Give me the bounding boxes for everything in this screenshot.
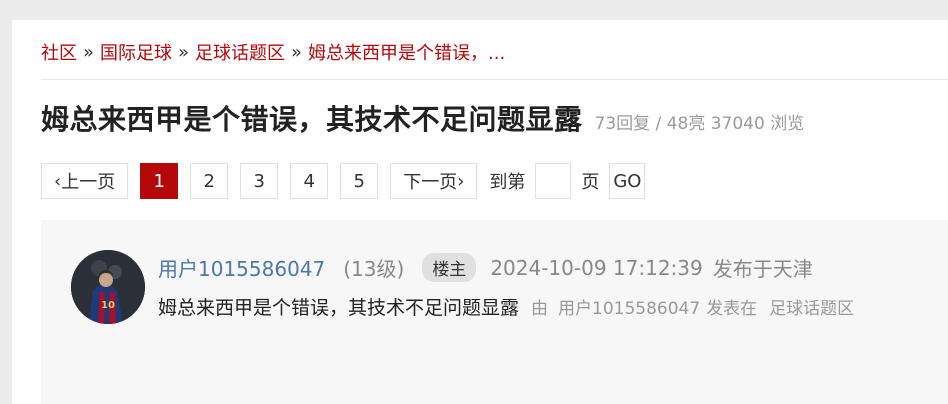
first-post: 10 用户1015586047 (13级) 楼主 2024-10-09 17:1… (41, 220, 948, 404)
next-page-label: 下一页 (403, 172, 458, 193)
chevron-right-icon: › (457, 170, 465, 192)
post-time: 2024-10-09 17:12:39 (490, 255, 703, 280)
svg-text:10: 10 (101, 300, 115, 311)
post-location: 发布于天津 (712, 257, 813, 281)
prev-page-button[interactable]: ‹ 上一页 (41, 163, 129, 199)
pagination: ‹ 上一页 1 2 3 4 5 下一页 › 到第 页 GO (41, 163, 646, 199)
avatar-image-icon: 10 (71, 250, 145, 324)
main-card: 社区 » 国际足球 » 足球话题区 » 姆总来西甲是个错误，... 姆总来西甲是… (12, 20, 948, 404)
breadcrumb-separator: » (291, 41, 303, 63)
by-label: 由 (531, 299, 549, 319)
breadcrumb-current-thread[interactable]: 姆总来西甲是个错误，... (308, 39, 505, 65)
page-button-4[interactable]: 4 (290, 163, 329, 199)
next-page-button[interactable]: 下一页 › (390, 163, 478, 199)
user-level: (13级) (343, 257, 405, 281)
thread-header: 姆总来西甲是个错误，其技术不足问题显露 73回复 / 48亮 37040 浏览 (41, 98, 804, 138)
breadcrumb-separator: » (178, 41, 190, 63)
avatar[interactable]: 10 (71, 250, 145, 324)
op-badge: 楼主 (422, 253, 477, 282)
chevron-left-icon: ‹ (54, 170, 62, 192)
posted-in-label: 发表在 (706, 299, 758, 319)
page-button-2[interactable]: 2 (190, 163, 229, 199)
breadcrumb-separator: » (83, 41, 95, 63)
post-forum[interactable]: 足球话题区 (769, 294, 854, 319)
thread-stats: 73回复 / 48亮 37040 浏览 (594, 114, 805, 134)
header-divider (41, 79, 948, 80)
prev-page-label: 上一页 (61, 172, 116, 193)
page-unit-label: 页 (581, 172, 600, 193)
go-button[interactable]: GO (609, 163, 646, 199)
post-title: 姆总来西甲是个错误，其技术不足问题显露 (158, 297, 520, 319)
post-username[interactable]: 用户1015586047 (158, 253, 325, 282)
page-button-3[interactable]: 3 (240, 163, 279, 199)
post-meta: 用户1015586047 (13级) 楼主 2024-10-09 17:12:3… (158, 253, 813, 282)
breadcrumb: 社区 » 国际足球 » 足球话题区 » 姆总来西甲是个错误，... (41, 39, 505, 65)
post-author[interactable]: 用户1015586047 (558, 294, 700, 319)
page-button-1[interactable]: 1 (140, 163, 179, 199)
breadcrumb-community[interactable]: 社区 (41, 39, 77, 65)
page-button-5[interactable]: 5 (340, 163, 379, 199)
page-number-input[interactable] (535, 163, 572, 199)
breadcrumb-football-topics[interactable]: 足球话题区 (195, 39, 285, 65)
thread-title: 姆总来西甲是个错误，其技术不足问题显露 (41, 103, 583, 136)
breadcrumb-international-football[interactable]: 国际足球 (100, 39, 172, 65)
post-subtitle: 姆总来西甲是个错误，其技术不足问题显露 由 用户1015586047 发表在 足… (158, 293, 854, 320)
goto-label: 到第 (489, 172, 526, 193)
